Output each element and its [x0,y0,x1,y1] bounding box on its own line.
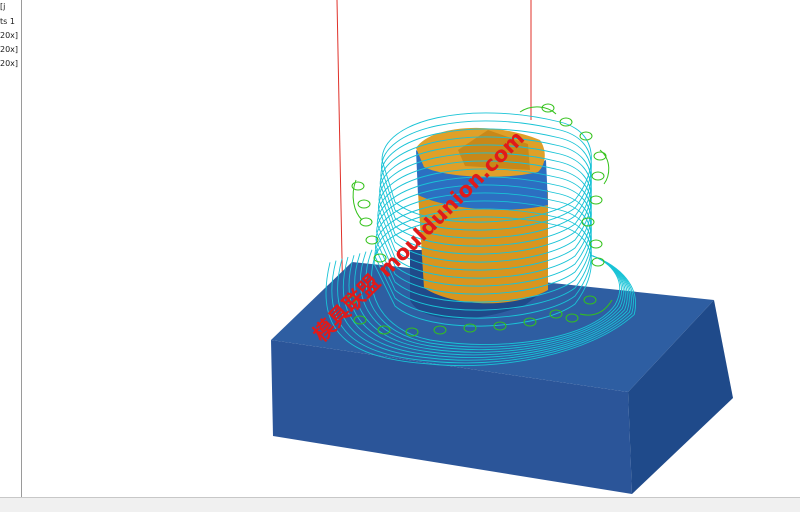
3d-viewport[interactable]: 模具联盟 mouldunion.com [22,0,800,497]
tree-item[interactable]: j] [0,0,21,13]
link-arc [519,106,557,115]
tree-item-label: [20x [0,31,19,40]
tool-axis-line-left [336,0,344,311]
link-loop [591,171,605,181]
status-strip [0,497,800,512]
tree-item[interactable]: [20x [0,43,21,56]
link-loop [591,257,605,267]
tree-item-label: j] [0,2,6,11]
tree-item[interactable]: [20x [0,57,21,70]
link-arc [352,179,363,221]
link-loop [559,117,573,127]
tree-item-label: [20x [0,59,19,68]
operations-tree-panel[interactable]: j] ts 1 [20x [20x [20x [0,0,22,497]
tree-item-label: ts 1 [0,17,15,26]
tree-item[interactable]: ts 1 [0,15,21,28]
link-loop [357,199,371,209]
link-loop [589,239,603,249]
tree-item[interactable]: [20x [0,29,21,42]
link-loop [593,151,607,161]
tree-item-label: [20x [0,45,19,54]
cam-scene: 模具联盟 mouldunion.com [271,0,733,494]
